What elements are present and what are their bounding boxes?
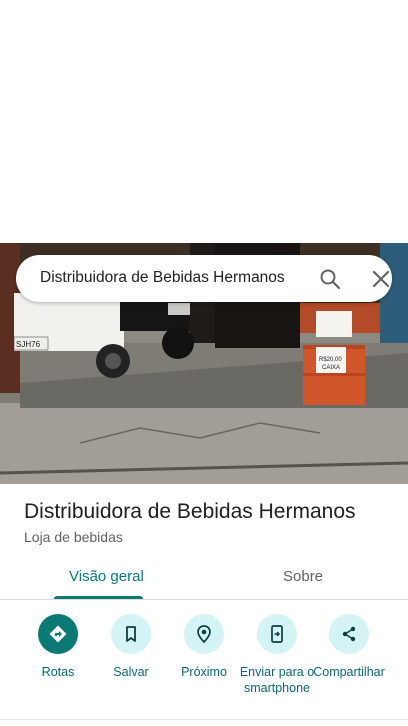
tab-overview[interactable]: Visão geral [69, 568, 144, 585]
place-category: Loja de bebidas [24, 529, 123, 545]
directions-button[interactable]: Rotas [20, 614, 96, 680]
nearby-button[interactable]: Próximo [166, 614, 242, 680]
search-bar[interactable]: Distribuidora de Bebidas Hermanos [16, 255, 392, 302]
nearby-icon [184, 614, 224, 654]
directions-icon [38, 614, 78, 654]
send-to-phone-icon [257, 614, 297, 654]
search-query-text[interactable]: Distribuidora de Bebidas Hermanos [40, 269, 285, 287]
send-to-phone-button[interactable]: Enviar para o smartphone [239, 614, 315, 696]
search-icon[interactable] [318, 267, 342, 291]
nearby-label: Próximo [181, 665, 227, 679]
directions-label: Rotas [41, 665, 75, 679]
save-button[interactable]: Salvar [93, 614, 169, 680]
save-label: Salvar [113, 665, 149, 679]
tab-about[interactable]: Sobre [283, 568, 323, 585]
divider [0, 719, 408, 720]
bookmark-icon [111, 614, 151, 654]
tab-selected-indicator [54, 596, 143, 599]
share-icon [329, 614, 369, 654]
share-label: Compartilhar [313, 665, 385, 679]
license-plate-text: SJH76 [16, 340, 41, 349]
sign-price-text: R$20,00 [319, 357, 342, 363]
send-to-phone-label: Enviar para o smartphone [239, 665, 315, 695]
place-title: Distribuidora de Bebidas Hermanos [24, 500, 356, 523]
tab-bar: Visão geral Sobre [0, 560, 408, 600]
share-button[interactable]: Compartilhar [311, 614, 387, 680]
close-icon[interactable] [369, 267, 393, 291]
map-blank-area [0, 0, 408, 243]
sign-unit-text: CAIXA [322, 365, 340, 371]
